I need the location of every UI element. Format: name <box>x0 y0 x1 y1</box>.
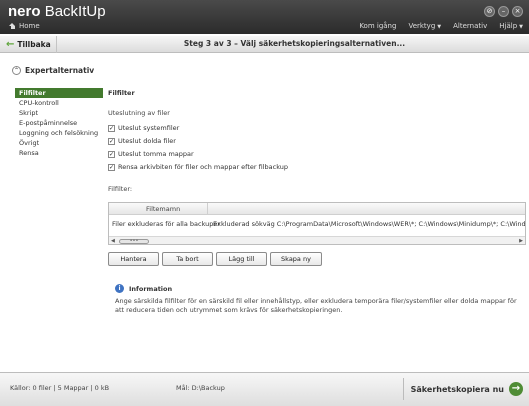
info-text: Ange särskilda filfilter för en särskild… <box>115 297 517 314</box>
source-summary: Källor: 0 filer | 5 Mappar | 0 kB <box>10 384 110 392</box>
table-row[interactable]: Filer exkluderas för alla backuper Exklu… <box>109 217 525 229</box>
backup-now-button[interactable]: Säkerhetskopiera nu → <box>403 378 525 400</box>
expert-options-label: Expertalternativ <box>25 66 95 75</box>
title-bar: nero BackItUp Home ⊘ – × Kom igång Verkt… <box>0 0 529 34</box>
exclude-system-files-checkbox[interactable]: ✓ Uteslut systemfiler <box>108 124 179 132</box>
minimize-button[interactable]: – <box>498 6 509 17</box>
scroll-left-icon[interactable]: ◀ <box>111 238 115 244</box>
exclude-hidden-files-checkbox[interactable]: ✓ Uteslut dolda filer <box>108 137 176 145</box>
checkmark-icon: ✓ <box>108 124 115 132</box>
chevron-down-icon: ▼ <box>519 24 523 30</box>
filter-actions: Hantera Ta bort Lägg till Skapa ny <box>108 252 322 266</box>
home-icon <box>9 23 16 29</box>
checkbox-label: Uteslut systemfiler <box>118 124 180 132</box>
logo-product: BackItUp <box>44 3 106 20</box>
close-button[interactable]: × <box>512 6 523 17</box>
destination-summary: Mål: D:\Backup <box>176 384 225 392</box>
exclusion-heading: Uteslutning av filer <box>108 109 170 117</box>
chevron-down-icon: ▼ <box>437 24 442 30</box>
app-logo: nero BackItUp <box>8 3 106 20</box>
add-button[interactable]: Lägg till <box>216 252 267 266</box>
sidebar-item-e-postpaminnelse[interactable]: E-postpåminnelse <box>15 118 103 128</box>
menu-hjalp[interactable]: Hjälp ▼ <box>499 22 523 30</box>
back-button[interactable]: ← Tillbaka <box>2 37 55 52</box>
window-buttons: ⊘ – × <box>484 6 523 17</box>
home-link[interactable]: Home <box>9 22 40 30</box>
wizard-header: ← Tillbaka Steg 3 av 3 – Välj säkerhetsk… <box>0 36 529 53</box>
arrow-left-icon: ← <box>6 39 15 50</box>
top-menu: Kom igång Verktyg ▼ Alternativ Hjälp ▼ <box>359 22 523 30</box>
panel-title: Filfilter <box>108 89 135 97</box>
filter-name-cell: Filer exkluderas för alla backuper <box>112 220 221 228</box>
menu-verktyg[interactable]: Verktyg ▼ <box>408 22 441 30</box>
header-divider <box>56 36 57 53</box>
create-new-button[interactable]: Skapa ny <box>270 252 322 266</box>
file-filter-table: Filtemamn Filer exkluderas för alla back… <box>108 202 526 245</box>
sidebar-item-cpu-kontroll[interactable]: CPU-kontroll <box>15 98 103 108</box>
filter-value-cell: Exkluderad sökväg C:\ProgramData\Microso… <box>213 220 526 228</box>
table-header: Filtemamn <box>109 203 525 215</box>
backup-now-label: Säkerhetskopiera nu <box>410 384 504 394</box>
menu-alternativ[interactable]: Alternativ <box>453 22 487 30</box>
expert-options-toggle[interactable]: ⌃ Expertalternativ <box>12 66 94 75</box>
menu-hjalp-label: Hjälp <box>499 22 518 30</box>
checkbox-label: Uteslut dolda filer <box>118 137 176 145</box>
horizontal-scrollbar[interactable]: ◀ ••• ▶ <box>109 236 525 244</box>
delete-button[interactable]: Ta bort <box>162 252 213 266</box>
checkmark-icon: ✓ <box>108 150 115 158</box>
collapse-icon: ⌃ <box>12 66 21 75</box>
info-icon: i <box>115 284 124 293</box>
info-header: i Information <box>115 284 172 293</box>
nero-backitup-window: nero BackItUp Home ⊘ – × Kom igång Verkt… <box>0 0 529 406</box>
column-divider <box>207 203 208 215</box>
menu-kom-igang[interactable]: Kom igång <box>359 22 396 30</box>
checkbox-label: Uteslut tomma mappar <box>118 150 194 158</box>
expert-sidebar: Filfilter CPU-kontroll Skript E-postpåmi… <box>15 88 103 158</box>
checkmark-icon: ✓ <box>108 163 115 171</box>
scroll-thumb[interactable]: ••• <box>119 239 149 244</box>
home-label: Home <box>19 22 40 30</box>
manage-button[interactable]: Hantera <box>108 252 159 266</box>
footer-bar: Källor: 0 filer | 5 Mappar | 0 kB Mål: D… <box>0 372 529 406</box>
arrow-right-icon: → <box>509 382 523 396</box>
sidebar-item-filfilter[interactable]: Filfilter <box>15 88 103 98</box>
clear-archive-bit-checkbox[interactable]: ✓ Rensa arkivbiten för filer och mappar … <box>108 163 288 171</box>
filters-label: Filfilter: <box>108 185 133 193</box>
checkbox-label: Rensa arkivbiten för filer och mappar ef… <box>118 163 289 171</box>
sidebar-item-rensa[interactable]: Rensa <box>15 148 103 158</box>
sidebar-item-loggning[interactable]: Loggning och felsökning <box>15 128 103 138</box>
step-title: Steg 3 av 3 – Välj säkerhetskopieringsal… <box>183 39 406 48</box>
sidebar-item-skript[interactable]: Skript <box>15 108 103 118</box>
back-label: Tillbaka <box>17 40 51 49</box>
menu-verktyg-label: Verktyg <box>408 22 436 30</box>
column-header-filtername[interactable]: Filtemamn <box>146 205 180 213</box>
scroll-right-icon[interactable]: ▶ <box>519 238 523 244</box>
logo-brand: nero <box>8 3 41 20</box>
filfilter-panel: Filfilter <box>108 88 526 98</box>
help-icon[interactable]: ⊘ <box>484 6 495 17</box>
info-title: Information <box>129 284 173 293</box>
sidebar-item-ovrigt[interactable]: Övrigt <box>15 138 103 148</box>
checkmark-icon: ✓ <box>108 137 115 145</box>
exclude-empty-folders-checkbox[interactable]: ✓ Uteslut tomma mappar <box>108 150 194 158</box>
